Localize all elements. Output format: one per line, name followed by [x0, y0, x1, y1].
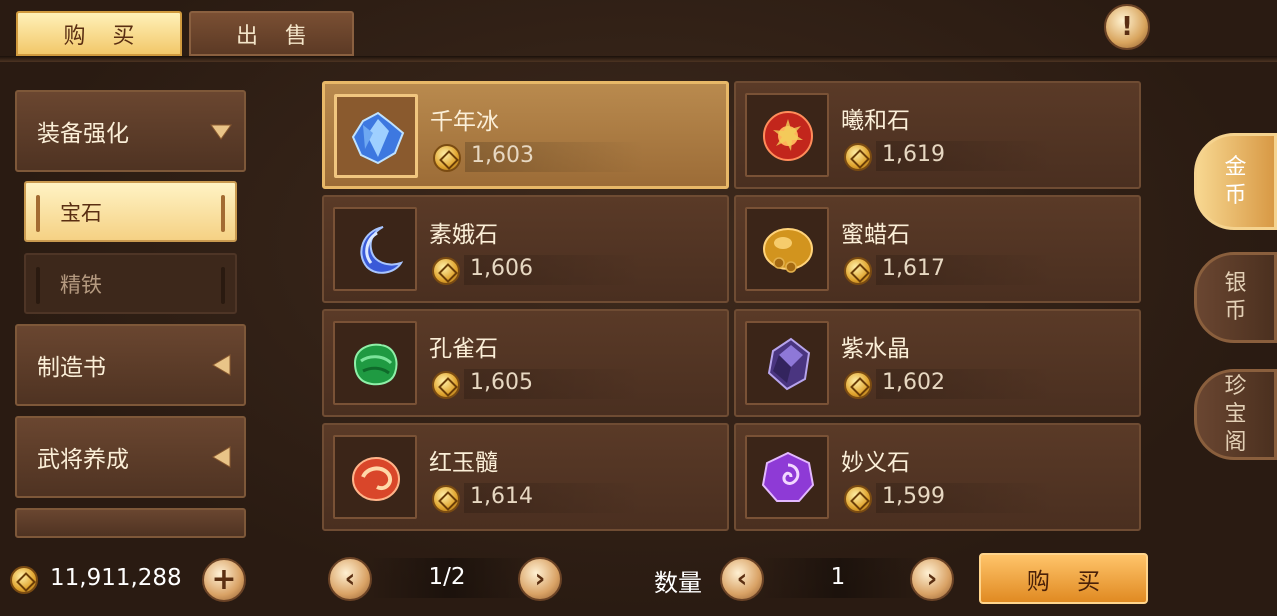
tab-char: 币	[1224, 298, 1247, 324]
item-price: 1,602	[882, 370, 945, 395]
quantity-label: 数量	[654, 569, 702, 597]
increase-quantity-button[interactable]: ›	[910, 557, 954, 601]
wallet: 11,911,288 +	[8, 556, 253, 604]
item-name: 妙义石	[841, 450, 910, 476]
gold-coin-icon	[432, 257, 460, 285]
subcategory-label: 宝石	[60, 200, 102, 225]
item-price: 1,606	[470, 256, 533, 281]
item-card[interactable]: 素娥石 1,606	[322, 195, 729, 303]
sub-marker-left	[36, 267, 40, 304]
category-crafting-book[interactable]: 制造书	[15, 324, 246, 406]
item-name: 孔雀石	[429, 336, 498, 362]
blue-ice-crystal-icon	[351, 111, 405, 165]
buy-button[interactable]: 购 买	[979, 553, 1148, 604]
item-card[interactable]: 蜜蜡石 1,617	[734, 195, 1141, 303]
category-partial[interactable]	[15, 508, 246, 538]
item-price: 1,605	[470, 370, 533, 395]
red-carnelian-icon	[352, 457, 400, 501]
violet-swirl-stone-icon	[761, 451, 815, 502]
item-card[interactable]: 紫水晶 1,602	[734, 309, 1141, 417]
subcategory-gem[interactable]: 宝石	[24, 181, 237, 242]
sub-marker-left	[36, 195, 40, 232]
decrease-quantity-button[interactable]: ‹	[720, 557, 764, 601]
item-card[interactable]: 妙义石 1,599	[734, 423, 1141, 531]
page-indicator: 1/2	[428, 564, 466, 590]
item-icon-frame	[745, 93, 829, 177]
chevron-left-icon	[212, 354, 231, 376]
chevron-down-icon	[210, 124, 232, 140]
sub-marker-right	[221, 195, 225, 232]
amber-stone-icon	[763, 228, 813, 273]
item-card[interactable]: 千年冰 1,603	[322, 81, 729, 189]
item-icon-frame	[745, 321, 829, 405]
gold-coin-icon	[844, 257, 872, 285]
item-icon-frame	[333, 435, 417, 519]
gold-coin-icon	[432, 485, 460, 513]
blue-moon-stone-icon	[360, 226, 403, 274]
item-icon-frame	[745, 207, 829, 291]
tab-gold-coin[interactable]: 金 币	[1194, 133, 1277, 230]
gold-coin-icon	[433, 144, 461, 172]
item-icon-frame	[745, 435, 829, 519]
gold-coin-icon	[844, 143, 872, 171]
subcategory-iron[interactable]: 精铁	[24, 253, 237, 314]
item-card[interactable]: 曦和石 1,619	[734, 81, 1141, 189]
subcategory-label: 精铁	[60, 272, 102, 297]
item-name: 素娥石	[429, 222, 498, 248]
prev-page-button[interactable]: ‹	[328, 557, 372, 601]
item-price: 1,614	[470, 484, 533, 509]
item-icon-frame	[334, 94, 418, 178]
category-label: 武将养成	[37, 447, 129, 473]
item-price: 1,619	[882, 142, 945, 167]
category-label: 制造书	[37, 355, 106, 381]
item-name: 紫水晶	[841, 336, 910, 362]
tab-sell[interactable]: 出 售	[189, 11, 354, 56]
shop-screen: 购 买 出 售 ! 装备强化 宝石 精铁 制造书 武将养成 11,911,288…	[0, 0, 1277, 616]
item-price: 1,599	[882, 484, 945, 509]
next-page-button[interactable]: ›	[518, 557, 562, 601]
gold-coin-icon	[844, 485, 872, 513]
tab-char: 币	[1224, 182, 1247, 208]
item-name: 曦和石	[841, 108, 910, 134]
item-name: 红玉髓	[429, 450, 498, 476]
category-sidebar: 装备强化 宝石 精铁 制造书 武将养成	[8, 80, 254, 540]
tab-treasure-pavilion[interactable]: 珍 宝 阁	[1194, 369, 1277, 460]
item-name: 千年冰	[430, 109, 499, 135]
info-icon[interactable]: !	[1104, 4, 1150, 50]
item-price: 1,617	[882, 256, 945, 281]
gold-coin-icon	[844, 371, 872, 399]
item-price: 1,603	[471, 143, 534, 168]
category-equipment-enhance[interactable]: 装备强化	[15, 90, 246, 172]
item-name: 蜜蜡石	[841, 222, 910, 248]
sub-marker-right	[221, 267, 225, 304]
category-general-training[interactable]: 武将养成	[15, 416, 246, 498]
item-card[interactable]: 红玉髓 1,614	[322, 423, 729, 531]
chevron-left-icon	[212, 446, 231, 468]
tab-char: 珍	[1224, 373, 1247, 399]
header-divider	[0, 56, 1277, 62]
tab-buy[interactable]: 购 买	[16, 11, 182, 56]
tab-silver-coin[interactable]: 银 币	[1194, 252, 1277, 343]
tab-char: 宝	[1224, 401, 1247, 427]
item-icon-frame	[333, 321, 417, 405]
quantity-value[interactable]: 1	[770, 564, 906, 590]
green-malachite-icon	[353, 343, 398, 386]
gold-coin-icon	[10, 566, 38, 594]
add-currency-button[interactable]: +	[202, 558, 246, 602]
red-sun-stone-icon	[763, 111, 813, 161]
category-label: 装备强化	[37, 121, 129, 147]
wallet-amount: 11,911,288	[50, 565, 182, 591]
purple-crystal-icon	[767, 337, 811, 391]
tab-char: 阁	[1224, 429, 1247, 455]
gold-coin-icon	[432, 371, 460, 399]
item-card[interactable]: 孔雀石 1,605	[322, 309, 729, 417]
tab-char: 金	[1224, 154, 1247, 180]
tab-char: 银	[1224, 270, 1247, 296]
item-icon-frame	[333, 207, 417, 291]
